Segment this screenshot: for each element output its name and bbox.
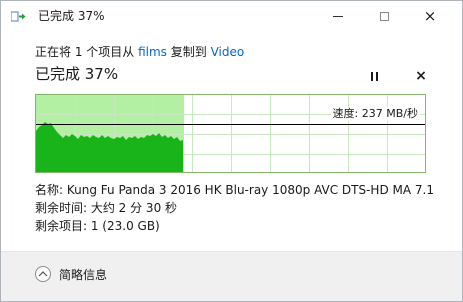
file-name: 名称: Kung Fu Panda 3 2016 HK Blu-ray 1080… [35,183,434,197]
copy-middle: 复制到 [170,45,207,59]
dialog-footer: 简略信息 [1,252,462,301]
items-remaining: 剩余项目: 1 (23.0 GB) [35,219,160,233]
fewer-details-label: 简略信息 [59,267,108,282]
title-bar[interactable]: 已完成 37% × [1,1,462,31]
maximize-icon [379,11,389,21]
speed-label: 速度: 237 MB/秒 [330,107,420,121]
pause-icon [369,71,379,81]
copy-description: 正在将 1 个项目从 films 复制到 Video [35,44,244,60]
speed-graph: 速度: 237 MB/秒 [35,94,426,173]
copy-file-icon [11,11,26,22]
fewer-details-toggle[interactable]: 简略信息 [35,264,107,284]
file-copy-dialog: 已完成 37% × 正在将 1 个项目从 films 复制到 Video 已完成… [0,0,463,302]
minimize-button[interactable] [315,1,361,31]
close-icon: × [423,7,437,25]
destination-folder-link[interactable]: Video [211,45,245,59]
minimize-icon [333,15,343,17]
window-title: 已完成 37% [38,9,105,23]
stop-icon: × [415,68,427,84]
close-button[interactable]: × [407,1,453,31]
pause-button[interactable] [364,67,384,85]
source-folder-link[interactable]: films [138,45,167,59]
transfer-details: 名称: Kung Fu Panda 3 2016 HK Blu-ray 1080… [35,181,435,235]
copy-prefix: 正在将 1 个项目从 [35,45,135,59]
maximize-button[interactable] [361,1,407,31]
progress-heading: 已完成 37% [35,65,119,83]
stop-button[interactable]: × [411,67,431,85]
chevron-up-icon [35,266,51,282]
time-remaining: 剩余时间: 大约 2 分 30 秒 [35,201,178,215]
